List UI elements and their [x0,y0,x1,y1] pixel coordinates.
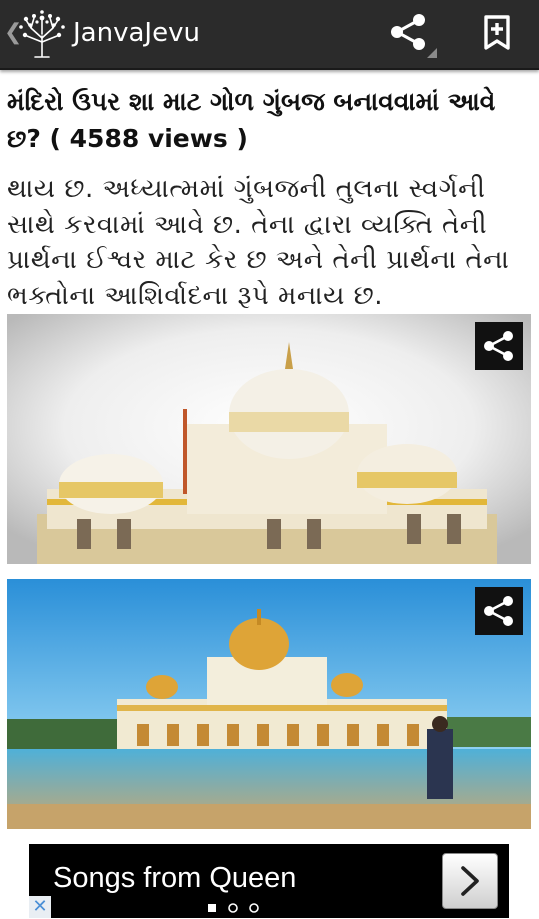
share-icon[interactable] [389,12,439,58]
article-image-white-gurdwara[interactable] [7,314,531,564]
chevron-right-icon[interactable] [442,853,498,909]
article-body: થાય છ. અધ્યાત્મમાં ગુંબજની તુલના સ્વર્ગન… [7,174,510,311]
share-icon[interactable] [475,322,523,370]
ad-banner[interactable]: Songs from Queen [29,844,509,918]
article-image-golden-gurdwara[interactable] [7,579,531,829]
bookmark-add-icon[interactable] [480,14,514,52]
ad-page-indicator [207,900,267,914]
share-icon[interactable] [475,587,523,635]
article-title: મંદિરો ઉપર શા માટ ગોળ ગુંબજ બનાવવામાં આવ… [7,87,496,153]
close-icon[interactable]: ✕ [29,896,51,918]
tree-logo-icon[interactable] [17,8,67,60]
app-title: JanvaJevu [73,18,200,48]
app-bar: ❮ JanvaJevu [0,0,539,70]
ad-text[interactable]: Songs from Queen [53,860,296,896]
